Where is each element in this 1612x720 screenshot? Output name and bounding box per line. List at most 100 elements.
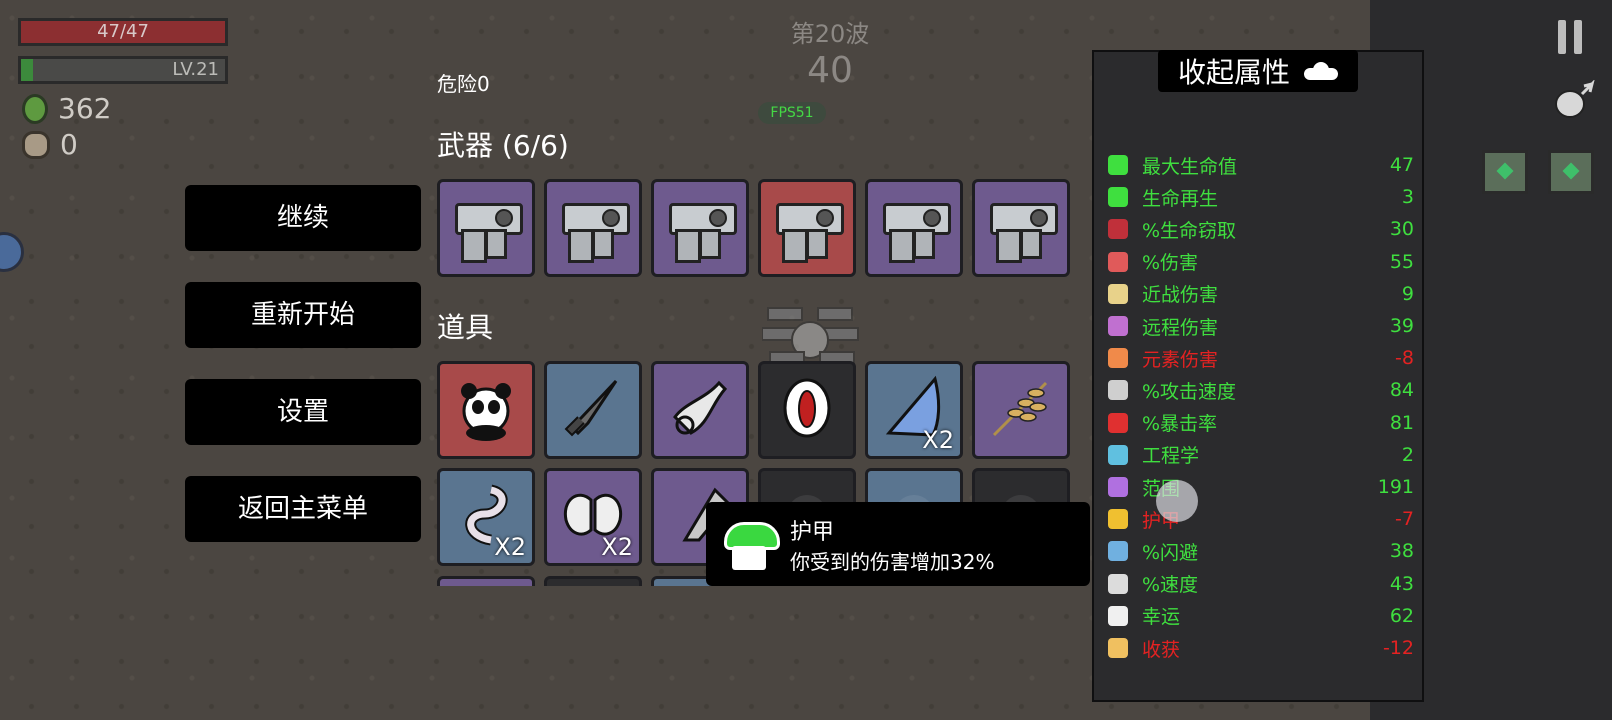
stat-row: 元素伤害 -8 [1108, 343, 1414, 373]
stat-value: 62 [1389, 604, 1414, 627]
stat-name: %闪避 [1142, 541, 1199, 564]
collapse-stats-label: 收起属性 [1177, 56, 1290, 89]
damage-icon [1108, 251, 1128, 272]
item-slot[interactable] [544, 576, 642, 586]
stat-value: 3 [1401, 186, 1414, 209]
stat-value: -12 [1382, 637, 1414, 659]
smg-icon [986, 195, 1058, 263]
lifesteal-icon [1108, 219, 1128, 240]
stat-name: %暴击率 [1142, 413, 1218, 436]
tooltip-title: 护甲 [790, 520, 835, 545]
armor-tooltip-icon [720, 516, 780, 572]
materials-value: 362 [58, 92, 112, 125]
stat-value: 191 [1377, 476, 1414, 498]
stat-row: 远程伤害 39 [1108, 311, 1414, 341]
stat-row: %暴击率 81 [1108, 408, 1414, 438]
item-slot-r1-6[interactable] [972, 361, 1070, 459]
item-slot-r1-5[interactable]: X2 [865, 361, 963, 459]
cloud-icon [1304, 62, 1338, 80]
stat-name: %速度 [1142, 574, 1199, 597]
hp-text: 47/47 [97, 21, 149, 42]
smg-icon [665, 195, 737, 263]
elemental-icon [1108, 348, 1128, 369]
collapse-stats-button[interactable]: 收起属性 [1158, 50, 1358, 92]
stat-name: 幸运 [1142, 606, 1181, 629]
weapon-slot-2[interactable] [544, 179, 642, 277]
item-slot-r1-4[interactable] [758, 361, 856, 459]
wheat-icon [986, 373, 1056, 447]
armor-icon [1108, 509, 1128, 530]
fps-counter: FPS51 [758, 102, 826, 124]
stat-row: %生命窃取 30 [1108, 214, 1414, 244]
weapons-title: 武器 (6/6) [437, 129, 569, 162]
missile-icon [558, 373, 628, 447]
engineering-icon [1108, 444, 1128, 465]
stat-value: 84 [1389, 379, 1414, 402]
weapon-slot-4[interactable] [758, 179, 856, 277]
wave-timer: 40 [807, 50, 853, 91]
crit-icon [1108, 412, 1128, 433]
range-icon [1108, 477, 1128, 497]
bag-counter: 0 [22, 128, 78, 161]
smg-icon [879, 195, 951, 263]
speed-icon [1108, 573, 1128, 594]
stat-row: 最大生命值 47 [1108, 150, 1414, 180]
bag-icon [22, 130, 50, 159]
main-menu-button[interactable]: 返回主菜单 [185, 476, 421, 542]
continue-button[interactable]: 继续 [185, 185, 421, 251]
weapon-slot-5[interactable] [865, 179, 963, 277]
restart-button[interactable]: 重新开始 [185, 282, 421, 348]
pause-button[interactable] [1558, 20, 1586, 54]
stat-value: -7 [1395, 508, 1414, 531]
stat-value: 9 [1401, 282, 1414, 305]
stat-name: 远程伤害 [1142, 316, 1219, 339]
stat-value: 43 [1389, 572, 1414, 595]
stat-row: %攻击速度 84 [1108, 375, 1414, 405]
stat-row: 幸运 62 [1108, 601, 1414, 631]
stat-row: 生命再生 3 [1108, 182, 1414, 212]
danger-level: 危险0 [437, 72, 490, 96]
material-icon [22, 93, 48, 124]
stat-name: %攻击速度 [1142, 380, 1237, 403]
stat-row: 护甲 -7 [1108, 504, 1414, 534]
smg-icon [451, 195, 523, 263]
smg-icon [772, 195, 844, 263]
item-count: X2 [601, 533, 633, 561]
stat-name: %伤害 [1142, 252, 1199, 275]
stat-name: %生命窃取 [1142, 219, 1237, 242]
panda-icon [451, 373, 521, 447]
item-slot-r2-2[interactable]: X2 [544, 468, 642, 566]
crate-icon [1482, 150, 1528, 194]
xp-bar-fill [21, 59, 34, 81]
item-count: X2 [922, 426, 954, 454]
hp-bar: 47/47 [18, 18, 228, 46]
xp-bar: LV.21 [18, 56, 228, 84]
smg-icon [558, 195, 630, 263]
item-slot-r1-2[interactable] [544, 361, 642, 459]
level-up-icon [1552, 79, 1596, 120]
potion-icon [665, 373, 735, 447]
weapon-slot-6[interactable] [972, 179, 1070, 277]
stat-value: 55 [1389, 250, 1414, 273]
stat-value: 2 [1401, 443, 1414, 466]
stat-name: 最大生命值 [1142, 155, 1238, 178]
harvest-icon [1108, 638, 1128, 658]
items-row-1: X2 [437, 361, 1070, 459]
settings-button[interactable]: 设置 [185, 379, 421, 445]
stat-value: 39 [1389, 315, 1414, 337]
regen-icon [1108, 187, 1128, 208]
item-slot-r1-1[interactable] [437, 361, 535, 459]
melee-icon [1108, 283, 1128, 304]
weapon-slot-1[interactable] [437, 179, 535, 277]
item-slot-r2-1[interactable]: X2 [437, 468, 535, 566]
stat-row: 范围191 [1108, 472, 1414, 502]
stat-name: 工程学 [1142, 445, 1200, 468]
item-slot-r1-3[interactable] [651, 361, 749, 459]
stat-value: -8 [1395, 347, 1414, 370]
level-text: LV.21 [172, 59, 219, 80]
weapon-slot-3[interactable] [651, 179, 749, 277]
stat-name: 元素伤害 [1142, 348, 1219, 371]
item-slot[interactable] [437, 576, 535, 586]
stat-row: %伤害 55 [1108, 247, 1414, 277]
heart-icon [1108, 155, 1128, 175]
